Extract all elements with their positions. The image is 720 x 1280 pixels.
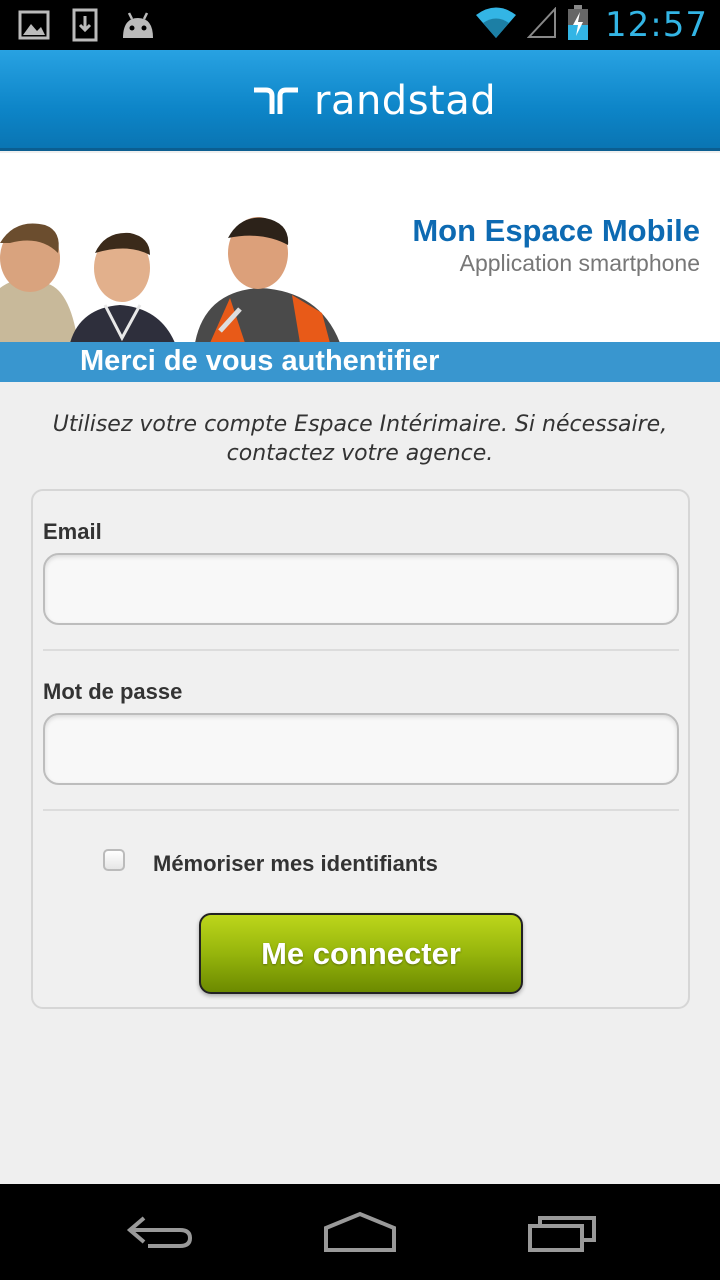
back-icon[interactable] [124,1210,196,1259]
divider [43,649,679,651]
randstad-logo: randstad [252,78,496,124]
banner-title: Mon Espace Mobile [412,213,700,248]
connect-button[interactable]: Me connecter [199,913,523,994]
wifi-icon [475,6,517,45]
recent-apps-icon[interactable] [526,1210,598,1259]
app-header: randstad [0,50,720,151]
download-notification-icon [72,8,98,47]
workers-photo [0,213,350,342]
login-form: Email Mot de passe Mémoriser mes identif… [31,489,690,1009]
banner-subtitle: Application smartphone [459,250,700,276]
password-label: Mot de passe [43,679,183,704]
navigation-bar [0,1184,720,1280]
battery-charging-icon [567,4,589,46]
remember-label[interactable]: Mémoriser mes identifiants [153,851,438,877]
signal-icon [526,5,557,44]
home-icon[interactable] [322,1210,398,1259]
remember-checkbox[interactable] [103,849,125,871]
intro-line: Utilisez votre compte Espace Intérimaire… [52,412,668,437]
divider [43,809,679,811]
android-notification-icon [120,10,156,45]
banner: Mon Espace Mobile Application smartphone [0,153,720,342]
password-field[interactable] [43,713,679,785]
email-field[interactable] [43,553,679,625]
auth-bar: Merci de vous authentifier [0,342,720,382]
status-bar: 12:57 [0,0,720,50]
clock: 12:57 [605,5,708,45]
auth-title: Merci de vous authentifier [80,345,440,377]
logo-text: randstad [314,78,497,124]
intro-text: Utilisez votre compte Espace Intérimaire… [30,410,690,468]
intro-line: contactez votre agence. [226,441,494,466]
image-notification-icon [18,9,50,46]
email-label: Email [43,519,102,544]
randstad-logo-icon [252,84,300,119]
